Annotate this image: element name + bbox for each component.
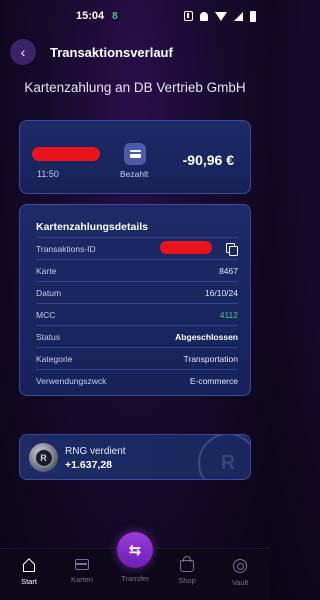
detail-label: Kategorie (36, 353, 73, 364)
shop-bag-icon (180, 556, 194, 572)
detail-row-category: Kategorie Transportation (36, 347, 238, 369)
status-time: 15:04 (76, 10, 105, 22)
rng-logo-icon: R (198, 435, 250, 479)
nav-item-vault[interactable]: Vault (220, 555, 260, 595)
transaction-time: 11:50 (37, 169, 59, 179)
detail-value: Transportation (183, 353, 239, 364)
nav-item-karten[interactable]: Karten (62, 555, 102, 595)
transaction-amount: -90,96 € (182, 152, 234, 168)
details-title: Kartenzahlungsdetails (36, 221, 149, 233)
status-bar: 15:04 8 (0, 0, 270, 32)
signal-icon (234, 11, 243, 21)
transfer-icon: ⇆ (128, 542, 142, 559)
rng-coin-icon: R (29, 443, 58, 472)
nav-label: Vault (231, 578, 249, 587)
detail-label: MCC (36, 309, 56, 320)
rewards-amount: +1.637,28 (65, 459, 113, 471)
detail-row-card: Karte 8467 (36, 259, 238, 281)
detail-value: 4112 (219, 309, 238, 320)
home-icon (22, 559, 36, 572)
status-label: Bezahlt (120, 169, 149, 179)
nav-item-shop[interactable]: Shop (167, 555, 207, 595)
detail-row-mcc: MCC 4112 (36, 303, 238, 325)
nav-item-start[interactable]: Start (9, 555, 49, 595)
detail-label: Datum (36, 287, 62, 298)
nav-label: Start (21, 577, 37, 586)
battery-icon (250, 10, 256, 22)
nav-label: Karten (70, 575, 94, 584)
notification-badge: 8 (112, 10, 118, 22)
detail-label: Verwendungszwck (36, 375, 107, 386)
page-title: Transaktionsverlauf (50, 44, 173, 60)
detail-row-status: Status Abgeschlossen (36, 325, 238, 347)
redacted-text (160, 241, 212, 254)
copy-icon[interactable] (226, 243, 238, 256)
detail-row-date: Datum 16/10/24 (36, 281, 238, 303)
nav-label: Shop (178, 576, 196, 585)
merchant-title: Kartenzahlung an DB Vertrieb GmbH (24, 80, 246, 95)
wifi-icon (215, 11, 227, 21)
vault-icon (233, 559, 247, 573)
redacted-text (32, 147, 100, 161)
detail-label: Transaktions-ID (36, 243, 96, 254)
detail-value: 8467 (219, 265, 238, 276)
rng-rewards-card[interactable]: R RNG verdient +1.637,28 R (19, 434, 251, 480)
detail-value: E-commerce (189, 375, 238, 386)
app-header: ‹ Transaktionsverlauf (0, 36, 270, 68)
transfer-button[interactable]: ⇆ (117, 532, 153, 568)
rewards-title: RNG verdient (65, 446, 126, 457)
detail-row-purpose: Verwendungszwck E-commerce (36, 369, 238, 391)
nav-label-transfer: Transfer (121, 574, 149, 583)
detail-value: Abgeschlossen (175, 331, 238, 342)
card-icon (75, 559, 89, 570)
detail-value: 16/10/24 (204, 287, 238, 298)
card-payment-details: Kartenzahlungsdetails Transaktions-ID Ka… (19, 204, 251, 396)
nfc-icon (184, 11, 193, 21)
transaction-summary-card: 11:50 Bezahlt -90,96 € (19, 120, 251, 194)
back-arrow-icon: ‹ (20, 44, 26, 60)
back-button[interactable]: ‹ (10, 39, 36, 65)
bell-icon (200, 11, 208, 21)
detail-label: Status (36, 331, 61, 342)
detail-label: Karte (36, 265, 57, 276)
detail-row-transaction-id: Transaktions-ID (36, 237, 238, 259)
card-icon (124, 143, 146, 165)
